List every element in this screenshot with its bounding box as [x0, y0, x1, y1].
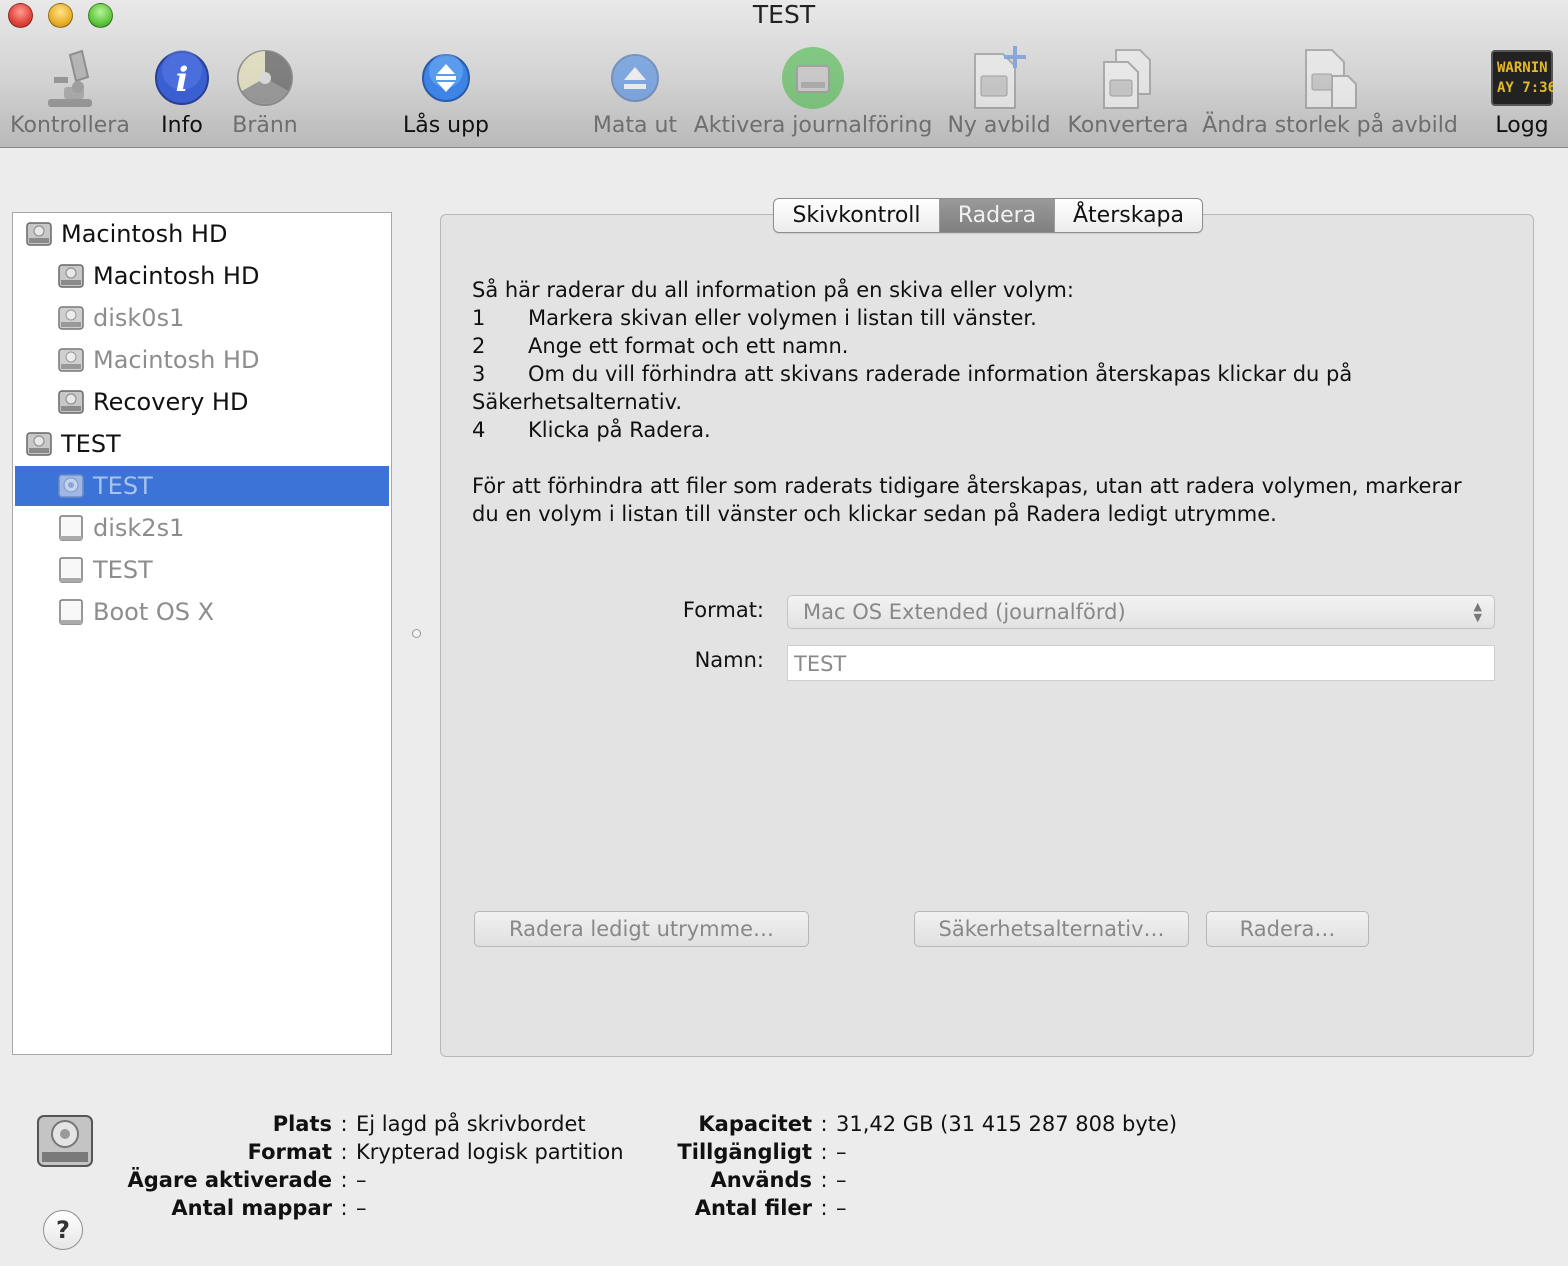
- volume-disk-icon: [58, 390, 84, 414]
- eject-label: Mata ut: [592, 113, 678, 138]
- volume-item-label: Macintosh HD: [93, 346, 260, 374]
- info-owners-enabled: Ägare aktiverade: –: [127, 1168, 367, 1192]
- external-volume-icon: [59, 515, 83, 541]
- convert-documents-icon: [1096, 46, 1160, 110]
- journaling-disk-icon: [781, 46, 845, 110]
- resize-image-label: Ändra storlek på avbild: [1202, 113, 1458, 138]
- volume-item-macintosh-hd[interactable]: Macintosh HD: [15, 256, 389, 296]
- window-title: TEST: [752, 0, 816, 29]
- erase-instructions: Så här raderar du all information på en …: [472, 276, 1512, 444]
- volume-item-label: disk0s1: [93, 304, 185, 332]
- volume-item-label: TEST: [93, 556, 153, 584]
- disk-item-macintosh-hd[interactable]: Macintosh HD: [15, 214, 389, 254]
- eject-icon: [603, 46, 667, 110]
- selected-volume-disk-icon: [37, 1115, 93, 1167]
- volume-item-label: Macintosh HD: [93, 262, 260, 290]
- info-icon: i: [150, 46, 214, 110]
- info-location: Plats: Ej lagd på skrivbordet: [272, 1112, 586, 1136]
- svg-text:i: i: [176, 60, 189, 100]
- up-down-chevron-icon: ▲ ▼: [1473, 600, 1482, 624]
- instruction-step: 3 Om du vill förhindra att skivans radera…: [472, 362, 1353, 386]
- new-image-toolbar-button[interactable]: Ny avbild: [946, 46, 1052, 142]
- tab-restore[interactable]: Återskapa: [1054, 199, 1202, 232]
- split-view-handle[interactable]: [412, 629, 421, 638]
- volume-item-macintosh-hd-2[interactable]: Macintosh HD: [15, 340, 389, 380]
- instruction-step: 1 Markera skivan eller volymen i listan t…: [472, 306, 1037, 330]
- unlock-toolbar-button[interactable]: Lås upp: [396, 46, 496, 142]
- name-input[interactable]: TEST: [787, 645, 1495, 681]
- help-button[interactable]: ?: [43, 1210, 83, 1250]
- convert-toolbar-button[interactable]: Konvertera: [1066, 46, 1190, 142]
- info-format: Format: Krypterad logisk partition: [247, 1140, 624, 1164]
- disk-item-label: Macintosh HD: [61, 220, 228, 248]
- tab-bar: Skivkontroll Radera Återskapa: [773, 198, 1203, 233]
- log-screen-line1: WARNIN: [1497, 60, 1548, 76]
- enable-journaling-toolbar-button[interactable]: Aktivera journalföring: [694, 46, 932, 142]
- hard-disk-icon: [26, 432, 52, 456]
- microscope-icon: [38, 46, 102, 110]
- log-toolbar-button[interactable]: WARNIN AY 7:36 Logg: [1484, 46, 1560, 142]
- log-screen-line2: AY 7:36: [1497, 80, 1553, 96]
- volume-item-test-selected[interactable]: TEST: [15, 466, 389, 506]
- log-console-icon: WARNIN AY 7:36: [1490, 46, 1554, 110]
- external-volume-icon: [59, 557, 83, 583]
- volume-item-disk2s1[interactable]: disk2s1: [15, 508, 389, 548]
- unlock-label: Lås upp: [402, 113, 490, 138]
- erase-button[interactable]: Radera…: [1206, 911, 1369, 947]
- info-capacity: Kapacitet:31,42 GB (31 415 287 808 byte): [698, 1112, 1178, 1136]
- volume-item-label: Boot OS X: [93, 598, 215, 626]
- volume-item-disk0s1[interactable]: disk0s1: [15, 298, 389, 338]
- convert-label: Konvertera: [1067, 113, 1189, 138]
- disk-item-label: TEST: [61, 430, 121, 458]
- hard-disk-icon: [26, 222, 52, 246]
- instruction-step: 4 Klicka på Radera.: [472, 418, 711, 442]
- burn-toolbar-button[interactable]: Bränn: [228, 46, 302, 142]
- info-toolbar-button[interactable]: i Info: [150, 46, 214, 142]
- new-image-document-icon: [967, 46, 1031, 110]
- format-select[interactable]: Mac OS Extended (journalförd) ▲ ▼: [787, 595, 1495, 629]
- resize-image-toolbar-button[interactable]: Ändra storlek på avbild: [1202, 46, 1458, 142]
- burn-radiation-icon: [233, 46, 297, 110]
- verify-label: Kontrollera: [10, 113, 130, 138]
- erase-free-space-note: För att förhindra att filer som raderats…: [472, 474, 1462, 526]
- burn-label: Bränn: [232, 113, 298, 138]
- volume-item-recovery-hd[interactable]: Recovery HD: [15, 382, 389, 422]
- format-select-value: Mac OS Extended (journalförd): [803, 600, 1126, 624]
- volume-item-label: TEST: [93, 472, 153, 500]
- tab-erase[interactable]: Radera: [939, 199, 1054, 232]
- resize-image-documents-icon: [1298, 46, 1362, 110]
- tab-first-aid[interactable]: Skivkontroll: [774, 199, 939, 232]
- info-file-count: Antal filer: –: [694, 1196, 847, 1220]
- instructions-intro: Så här raderar du all information på en …: [472, 278, 1074, 302]
- volume-item-test-2[interactable]: TEST: [15, 550, 389, 590]
- security-options-button[interactable]: Säkerhetsalternativ…: [914, 911, 1189, 947]
- erase-free-space-button[interactable]: Radera ledigt utrymme…: [474, 911, 809, 947]
- volume-disk-icon: [58, 348, 84, 372]
- info-label: Info: [161, 113, 203, 138]
- unlock-arrows-icon: [414, 46, 478, 110]
- disk-list[interactable]: Macintosh HD Macintosh HD disk0s1 Macint…: [12, 212, 392, 1055]
- verify-toolbar-button[interactable]: Kontrollera: [8, 46, 132, 142]
- info-folder-count: Antal mappar: –: [171, 1196, 367, 1220]
- format-label: Format:: [682, 598, 764, 622]
- disk-item-test[interactable]: TEST: [15, 424, 389, 464]
- volume-disk-icon: [58, 264, 84, 288]
- eject-toolbar-button[interactable]: Mata ut: [590, 46, 680, 142]
- volume-disk-icon: [58, 306, 84, 330]
- log-label: Logg: [1495, 113, 1549, 138]
- volume-item-label: disk2s1: [93, 514, 185, 542]
- volume-item-boot-os-x[interactable]: Boot OS X: [15, 592, 389, 632]
- info-used: Används: –: [710, 1168, 847, 1192]
- external-volume-icon: [59, 599, 83, 625]
- name-label: Namn:: [694, 648, 764, 672]
- volume-item-label: Recovery HD: [93, 388, 249, 416]
- instruction-step: 2 Ange ett format och ett namn.: [472, 334, 849, 358]
- window-toolbar: TEST Kontrollera i Info Bränn Lås upp Ma…: [0, 0, 1568, 148]
- encrypted-volume-icon: [58, 474, 84, 498]
- enable-journaling-label: Aktivera journalföring: [693, 113, 933, 138]
- info-available: Tillgängligt: –: [677, 1140, 847, 1164]
- instruction-step-continued: Säkerhetsalternativ.: [472, 390, 683, 414]
- new-image-label: Ny avbild: [947, 113, 1051, 138]
